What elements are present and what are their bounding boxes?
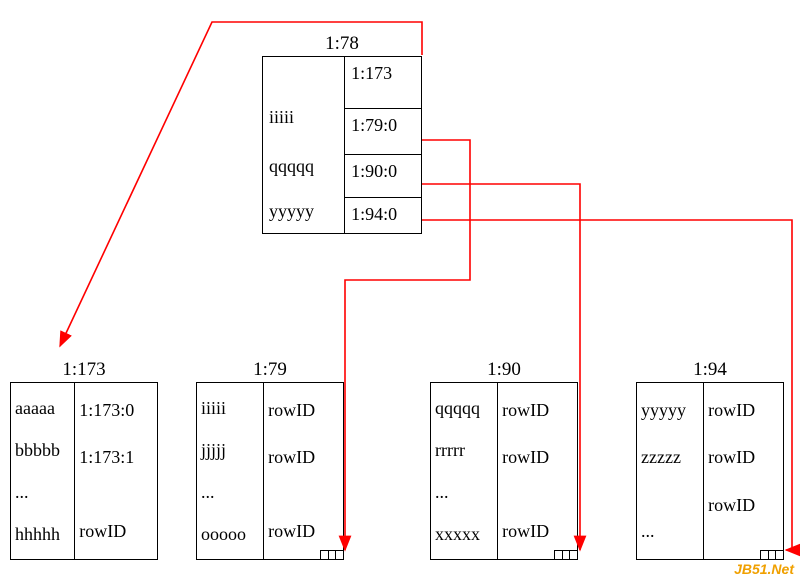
leaf-node: 1:94 yyyyy zzzzz ... rowID rowID rowID <box>636 382 784 560</box>
leaf-val: rowID <box>268 521 339 542</box>
leaf-node-title: 1:173 <box>11 359 157 381</box>
root-node-title: 1:78 <box>263 33 421 55</box>
leaf-val: rowID <box>502 447 573 468</box>
leaf-val: rowID <box>708 400 779 421</box>
leaf-node: 1:173 aaaaa bbbbb ... hhhhh 1:173:0 1:17… <box>10 382 158 560</box>
leaf-val: rowID <box>268 400 339 421</box>
leaf-val: 1:173:1 <box>79 447 153 468</box>
root-row-ptr: 1:90:0 <box>345 154 421 197</box>
leaf-key: hhhhh <box>15 524 70 545</box>
page-link-marker <box>760 550 784 560</box>
leaf-node: 1:90 qqqqq rrrrr ... xxxxx rowID rowID r… <box>430 382 578 560</box>
leaf-key: ... <box>201 482 259 503</box>
watermark: JB51.Net <box>734 561 794 577</box>
leaf-key: ... <box>641 521 699 542</box>
leaf-key: ooooo <box>201 524 259 545</box>
leaf-key: ... <box>435 482 493 503</box>
root-row-key: yyyyy <box>263 195 344 233</box>
leaf-node-title: 1:90 <box>431 359 577 381</box>
root-row-key: qqqqq <box>263 150 344 195</box>
page-link-marker <box>554 550 578 560</box>
leaf-val: rowID <box>79 521 153 542</box>
leaf-val: rowID <box>502 521 573 542</box>
leaf-key: jjjjj <box>201 440 259 461</box>
leaf-val: rowID <box>708 447 779 468</box>
leaf-key: aaaaa <box>15 398 70 419</box>
leaf-val: rowID <box>268 447 339 468</box>
leaf-key: zzzzz <box>641 447 699 468</box>
leaf-val: rowID <box>708 495 779 516</box>
leaf-key: ... <box>15 482 70 503</box>
leaf-key: yyyyy <box>641 400 699 421</box>
leaf-key: bbbbb <box>15 440 70 461</box>
leaf-key: rrrrr <box>435 440 493 461</box>
leaf-node-title: 1:94 <box>637 359 783 381</box>
leaf-node-title: 1:79 <box>197 359 343 381</box>
page-link-marker <box>320 550 344 560</box>
leaf-node: 1:79 iiiii jjjjj ... ooooo rowID rowID r… <box>196 382 344 560</box>
leaf-val: rowID <box>502 400 573 421</box>
root-row-ptr: 1:94:0 <box>345 197 421 233</box>
leaf-val: 1:173:0 <box>79 400 153 421</box>
root-row-ptr: 1:173 <box>345 57 421 108</box>
root-row-ptr: 1:79:0 <box>345 108 421 154</box>
leaf-key: xxxxx <box>435 524 493 545</box>
root-row-key: iiiii <box>263 101 344 150</box>
leaf-key: iiiii <box>201 398 259 419</box>
root-node: 1:78 iiiii qqqqq yyyyy 1:173 1:79:0 1:90… <box>262 56 422 234</box>
leaf-key: qqqqq <box>435 398 493 419</box>
